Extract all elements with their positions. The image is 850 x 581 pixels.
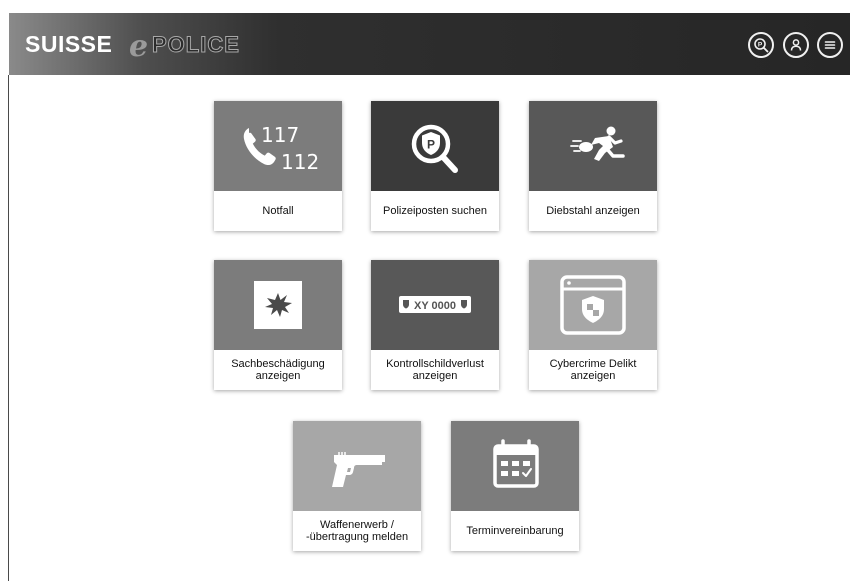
emergency-number-112: 112 [281, 150, 319, 174]
menu-icon [824, 41, 836, 49]
emergency-number-117: 117 [261, 123, 299, 147]
tile-kontrollschild-image: XY 0000 [371, 260, 499, 350]
phone-icon: 117 112 [243, 123, 319, 174]
svg-text:P: P [758, 41, 763, 48]
tile-cybercrime-image [529, 260, 657, 350]
tile-kontrollschild-label: Kontrollschildverlust anzeigen [386, 358, 484, 382]
tile-termin-label: Terminvereinbarung [466, 525, 564, 537]
tile-waffen[interactable]: Waffenerwerb / -übertragung melden [293, 421, 421, 551]
menu-button[interactable] [817, 32, 843, 58]
svg-text:P: P [427, 138, 435, 152]
license-plate-text: XY 0000 [414, 300, 456, 312]
tile-termin[interactable]: Terminvereinbarung [451, 421, 579, 551]
tile-notfall-image: 117 112 [214, 101, 342, 191]
tile-notfall[interactable]: 117 112 Notfall [214, 101, 342, 231]
running-thief-icon [570, 126, 625, 161]
tile-waffen-image [293, 421, 421, 511]
user-button[interactable] [783, 32, 809, 58]
tile-kontrollschild[interactable]: XY 0000 Kontrollschildverlust anzeigen [371, 260, 499, 390]
tile-cybercrime-label: Cybercrime Delikt anzeigen [549, 358, 637, 382]
logo-e-text: e [129, 29, 149, 64]
tile-sachbeschaedigung-image [214, 260, 342, 350]
tile-cybercrime[interactable]: Cybercrime Delikt anzeigen [529, 260, 657, 390]
logo-police-text: POLICE [152, 32, 240, 58]
user-icon [790, 39, 802, 51]
browser-shield-icon [560, 275, 626, 335]
tile-polizeiposten-label: Polizeiposten suchen [383, 205, 487, 217]
police-station-search-button[interactable]: P [748, 32, 774, 58]
tile-sachbeschaedigung-label: Sachbeschädigung anzeigen [231, 358, 325, 382]
calendar-icon [493, 439, 539, 488]
tile-waffen-label: Waffenerwerb / -übertragung melden [305, 519, 409, 543]
tile-termin-image [451, 421, 579, 511]
tile-diebstahl-image [529, 101, 657, 191]
tile-diebstahl[interactable]: Diebstahl anzeigen [529, 101, 657, 231]
app-header: SUISSE e POLICE P [9, 13, 850, 75]
tile-diebstahl-label: Diebstahl anzeigen [546, 205, 640, 217]
damage-icon [254, 281, 302, 329]
tile-sachbeschaedigung[interactable]: Sachbeschädigung anzeigen [214, 260, 342, 390]
license-plate-icon: XY 0000 [399, 296, 471, 313]
tile-polizeiposten-image: P [371, 101, 499, 191]
page-left-border [8, 75, 9, 581]
police-search-icon: P [411, 124, 458, 173]
police-station-search-icon: P [754, 38, 769, 53]
tile-polizeiposten[interactable]: P Polizeiposten suchen [371, 101, 499, 231]
tile-notfall-label: Notfall [262, 205, 294, 217]
logo-suisse-text: SUISSE [25, 31, 113, 57]
pistol-icon [332, 452, 385, 487]
